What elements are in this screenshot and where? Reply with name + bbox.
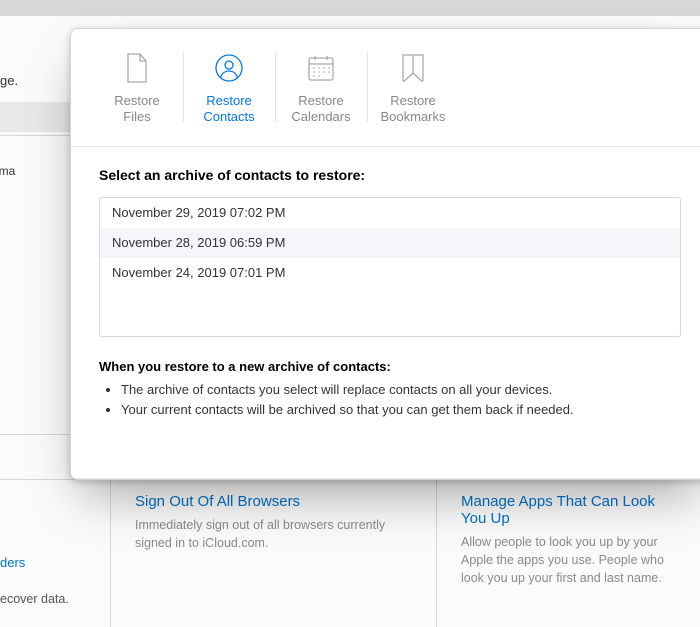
tab-label: Restore Bookmarks (369, 93, 457, 126)
sign-out-all-browsers-link[interactable]: Sign Out Of All Browsers (135, 493, 418, 510)
restore-calendars-link-fragment[interactable]: ders (0, 555, 102, 570)
restore-info-bullet: The archive of contacts you select will … (121, 380, 681, 400)
tab-restore-calendars[interactable]: Restore Calendars (275, 49, 367, 144)
bookmark-icon (369, 49, 457, 87)
tab-label: Restore Contacts (185, 93, 273, 126)
tab-label: Restore Calendars (277, 93, 365, 126)
manage-apps-lookup-link[interactable]: Manage Apps That Can Look You Up (461, 493, 682, 527)
restore-heading: Select an archive of contacts to restore… (99, 167, 681, 183)
page-fragment-text: ecover data. (0, 592, 102, 606)
page-fragment-text: iOS 8, ma (0, 164, 15, 178)
restore-info-title: When you restore to a new archive of con… (99, 359, 681, 374)
restore-modal: Restore Files Restore Contacts (70, 28, 700, 480)
restore-info: When you restore to a new archive of con… (99, 359, 681, 419)
restore-tabs: Restore Files Restore Contacts (71, 29, 700, 147)
file-icon (93, 49, 181, 87)
archive-list: November 29, 2019 07:02 PM November 28, … (99, 197, 681, 337)
tab-restore-files[interactable]: Restore Files (91, 49, 183, 144)
tab-restore-bookmarks[interactable]: Restore Bookmarks (367, 49, 459, 144)
tab-label: Restore Files (93, 93, 181, 126)
contact-icon (185, 49, 273, 87)
manage-apps-description: Allow people to look you up by your Appl… (461, 533, 682, 587)
archive-row[interactable]: November 28, 2019 06:59 PM (100, 228, 680, 258)
page-fragment-text: ge. (0, 73, 18, 88)
archive-row[interactable]: November 29, 2019 07:02 PM (100, 198, 680, 228)
tab-restore-contacts[interactable]: Restore Contacts (183, 49, 275, 144)
calendar-icon (277, 49, 365, 87)
archive-row[interactable]: November 24, 2019 07:01 PM (100, 258, 680, 288)
sign-out-description: Immediately sign out of all browsers cur… (135, 516, 418, 552)
restore-info-bullet: Your current contacts will be archived s… (121, 400, 681, 420)
